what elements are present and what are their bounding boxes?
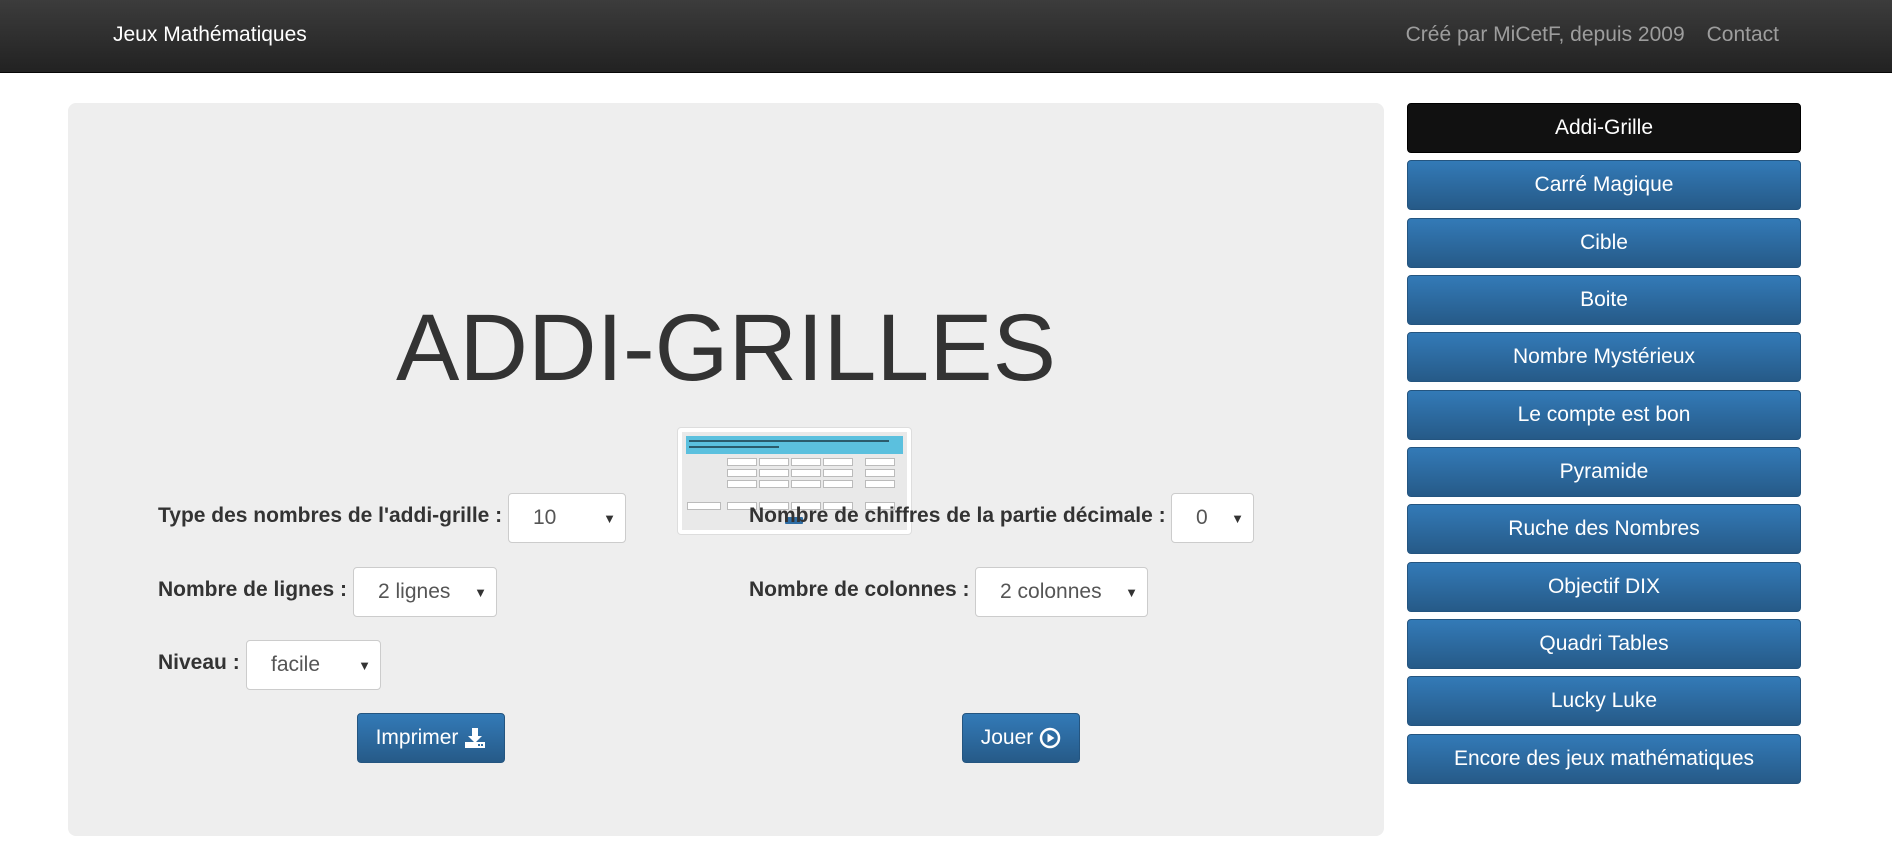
decimals-select[interactable]: 0 ▼ bbox=[1171, 493, 1254, 543]
top-navbar: Jeux Mathématiques Créé par MiCetF, depu… bbox=[0, 0, 1892, 73]
main-panel: ADDI-GRILLES bbox=[68, 103, 1384, 836]
sidebar-item-pyramide[interactable]: Pyramide bbox=[1407, 447, 1801, 497]
sidebar-item-label: Encore des jeux mathématiques bbox=[1454, 747, 1754, 770]
chevron-down-icon: ▼ bbox=[1231, 511, 1244, 526]
sidebar-item-addi-grille[interactable]: Addi-Grille bbox=[1407, 103, 1801, 153]
level-label: Niveau : bbox=[158, 651, 240, 674]
preview-banner bbox=[686, 436, 903, 454]
type-label: Type des nombres de l'addi-grille : bbox=[158, 504, 503, 527]
sidebar-item-boite[interactable]: Boite bbox=[1407, 275, 1801, 325]
chevron-down-icon: ▼ bbox=[474, 585, 487, 600]
sidebar-item-label: Objectif DIX bbox=[1547, 575, 1661, 598]
credit-link[interactable]: Créé par MiCetF, depuis 2009 bbox=[1406, 23, 1685, 47]
print-button-label: Imprimer bbox=[375, 726, 459, 749]
sidebar-item-label: Lucky Luke bbox=[1550, 689, 1658, 712]
sidebar-item-le-compte-est-bon[interactable]: Le compte est bon bbox=[1407, 390, 1801, 440]
cols-select-value: 2 colonnes bbox=[1000, 580, 1102, 603]
sidebar-item-label: Ruche des Nombres bbox=[1508, 517, 1700, 540]
sidebar-item-nombre-mysterieux[interactable]: Nombre Mystérieux bbox=[1407, 332, 1801, 382]
play-button-label: Jouer bbox=[980, 726, 1034, 749]
rows-select-value: 2 lignes bbox=[378, 580, 451, 603]
sidebar-item-label: Boite bbox=[1580, 288, 1628, 311]
rows-label: Nombre de lignes : bbox=[158, 578, 348, 601]
page-title: ADDI-GRILLES bbox=[396, 295, 1056, 401]
sidebar-item-ruche-des-nombres[interactable]: Ruche des Nombres bbox=[1407, 504, 1801, 554]
print-button[interactable]: Imprimer bbox=[357, 713, 505, 763]
sidebar-item-label: Cible bbox=[1580, 231, 1628, 254]
sidebar-item-label: Addi-Grille bbox=[1554, 116, 1654, 139]
rows-select[interactable]: 2 lignes ▼ bbox=[353, 567, 497, 617]
sidebar-item-carre-magique[interactable]: Carré Magique bbox=[1407, 160, 1801, 210]
play-circle-icon bbox=[1039, 727, 1061, 749]
level-select-value: facile bbox=[271, 653, 321, 676]
sidebar-item-quadri-tables[interactable]: Quadri Tables bbox=[1407, 619, 1801, 669]
sidebar-item-label: Carré Magique bbox=[1534, 173, 1674, 196]
play-button[interactable]: Jouer bbox=[962, 713, 1080, 763]
level-select[interactable]: facile ▼ bbox=[246, 640, 381, 690]
sidebar-item-label: Pyramide bbox=[1559, 460, 1649, 483]
download-icon bbox=[464, 727, 486, 749]
sidebar-item-lucky-luke[interactable]: Lucky Luke bbox=[1407, 676, 1801, 726]
brand-link[interactable]: Jeux Mathématiques bbox=[113, 23, 307, 47]
sidebar-item-label: Quadri Tables bbox=[1539, 632, 1669, 655]
decimals-label: Nombre de chiffres de la partie décimale… bbox=[749, 504, 1166, 527]
type-select[interactable]: 10 ▼ bbox=[508, 493, 626, 543]
chevron-down-icon: ▼ bbox=[1125, 585, 1138, 600]
contact-link[interactable]: Contact bbox=[1707, 23, 1779, 47]
decimals-select-value: 0 bbox=[1196, 506, 1208, 529]
sidebar-item-label: Nombre Mystérieux bbox=[1512, 345, 1696, 368]
type-select-value: 10 bbox=[533, 506, 557, 529]
sidebar-item-objectif-dix[interactable]: Objectif DIX bbox=[1407, 562, 1801, 612]
cols-label: Nombre de colonnes : bbox=[749, 578, 970, 601]
cols-select[interactable]: 2 colonnes ▼ bbox=[975, 567, 1148, 617]
sidebar-item-cible[interactable]: Cible bbox=[1407, 218, 1801, 268]
sidebar-item-label: Le compte est bon bbox=[1517, 403, 1691, 426]
chevron-down-icon: ▼ bbox=[358, 658, 371, 673]
sidebar-item-encore-des-jeux[interactable]: Encore des jeux mathématiques bbox=[1407, 734, 1801, 784]
chevron-down-icon: ▼ bbox=[603, 511, 616, 526]
navbar-right: Créé par MiCetF, depuis 2009 Contact bbox=[1406, 23, 1779, 47]
